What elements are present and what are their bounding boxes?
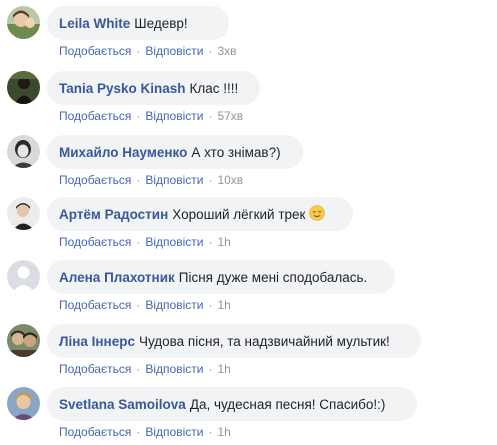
comment-item: Tania Pysko Kinash Клас !!!! Подобається… <box>0 71 497 129</box>
comment-bubble: Leila White Шедевр! <box>47 6 229 40</box>
comment-timestamp[interactable]: 10хв <box>217 173 243 187</box>
comment-text: Да, чудесная песня! Спасибо!:) <box>189 396 386 412</box>
comment-timestamp[interactable]: 1h <box>217 362 230 376</box>
reply-button[interactable]: Відповісти <box>145 235 203 249</box>
comment-bubble: Михайло Науменко А хто знімав?) <box>47 135 303 169</box>
avatar-artem[interactable] <box>7 197 40 230</box>
avatar-tania[interactable] <box>7 71 40 104</box>
separator: · <box>208 44 213 58</box>
comment-actions: Подобається · Відповісти · 1h <box>59 362 231 376</box>
separator: · <box>208 109 213 123</box>
separator: · <box>208 362 213 376</box>
comment-timestamp[interactable]: 57хв <box>217 109 243 123</box>
comment-actions: Подобається · Відповісти · 1h <box>59 235 231 249</box>
like-button[interactable]: Подобається <box>59 235 131 249</box>
separator: · <box>136 425 141 439</box>
separator: · <box>136 235 141 249</box>
like-button[interactable]: Подобається <box>59 109 131 123</box>
comment-actions: Подобається · Відповісти · 1h <box>59 425 231 439</box>
comment-bubble: Артём Радостин Хороший лёгкий трек <box>47 197 353 231</box>
comment-bubble: Svetlana Samoilova Да, чудесная песня! С… <box>47 387 417 421</box>
separator: · <box>136 173 141 187</box>
avatar-default[interactable] <box>7 260 40 293</box>
reply-button[interactable]: Відповісти <box>145 362 203 376</box>
comment-text: Клас !!!! <box>189 80 239 96</box>
comment-item: Ліна Іннерс Чудова пісня, та надзвичайни… <box>0 324 497 382</box>
separator: · <box>136 109 141 123</box>
reply-button[interactable]: Відповісти <box>145 425 203 439</box>
comment-text: Шедевр! <box>134 15 188 31</box>
comment-item: Михайло Науменко А хто знімав?) Подобаєт… <box>0 135 497 193</box>
separator: · <box>208 235 213 249</box>
comment-actions: Подобається · Відповісти · 57хв <box>59 109 243 123</box>
comment-timestamp[interactable]: 1h <box>217 235 230 249</box>
separator: · <box>208 425 213 439</box>
like-button[interactable]: Подобається <box>59 362 131 376</box>
separator: · <box>136 362 141 376</box>
avatar-svetlana[interactable] <box>7 387 40 420</box>
avatar-lina[interactable] <box>7 324 40 357</box>
like-button[interactable]: Подобається <box>59 298 131 312</box>
separator: · <box>208 173 213 187</box>
comment-timestamp[interactable]: 1h <box>217 298 230 312</box>
like-button[interactable]: Подобається <box>59 425 131 439</box>
comment-text: Пісня дуже мені сподобалась. <box>178 269 368 285</box>
comment-item: Leila White Шедевр! Подобається · Відповіс… <box>0 6 497 64</box>
separator: · <box>136 298 141 312</box>
comment-text: А хто знімав?) <box>191 144 281 160</box>
comment-actions: Подобається · Відповісти · 1h <box>59 298 231 312</box>
avatar-leila[interactable] <box>7 6 40 39</box>
comment-author[interactable]: Leila White <box>59 16 130 31</box>
comment-author[interactable]: Ліна Іннерс <box>59 334 135 349</box>
like-button[interactable]: Подобається <box>59 44 131 58</box>
comment-author[interactable]: Tania Pysko Kinash <box>59 81 186 96</box>
comment-timestamp[interactable]: 1h <box>217 425 230 439</box>
reply-button[interactable]: Відповісти <box>145 298 203 312</box>
comment-actions: Подобається · Відповісти · 3хв <box>59 44 237 58</box>
comment-bubble: Алена Плахотник Пісня дуже мені сподобал… <box>47 260 395 294</box>
comment-item: Алена Плахотник Пісня дуже мені сподобал… <box>0 260 497 318</box>
comment-actions: Подобається · Відповісти · 10хв <box>59 173 243 187</box>
comment-item: Артём Радостин Хороший лёгкий трек Подоб… <box>0 197 497 255</box>
comment-bubble: Tania Pysko Kinash Клас !!!! <box>47 71 260 105</box>
comment-timestamp[interactable]: 3хв <box>217 44 236 58</box>
comment-author[interactable]: Артём Радостин <box>59 207 168 222</box>
comment-author[interactable]: Алена Плахотник <box>59 270 175 285</box>
like-button[interactable]: Подобається <box>59 173 131 187</box>
reply-button[interactable]: Відповісти <box>145 109 203 123</box>
reply-button[interactable]: Відповісти <box>145 44 203 58</box>
comment-bubble: Ліна Іннерс Чудова пісня, та надзвичайни… <box>47 324 421 358</box>
comment-text: Чудова пісня, та надзвичайний мультик! <box>138 333 390 349</box>
reply-button[interactable]: Відповісти <box>145 173 203 187</box>
separator: · <box>208 298 213 312</box>
comment-text: Хороший лёгкий трек <box>172 206 306 222</box>
relieved-face-emoji <box>309 204 326 224</box>
comment-item: Svetlana Samoilova Да, чудесная песня! С… <box>0 387 497 445</box>
avatar-mykhailo[interactable] <box>7 135 40 168</box>
comment-author[interactable]: Svetlana Samoilova <box>59 397 186 412</box>
comment-author[interactable]: Михайло Науменко <box>59 145 187 160</box>
separator: · <box>136 44 141 58</box>
